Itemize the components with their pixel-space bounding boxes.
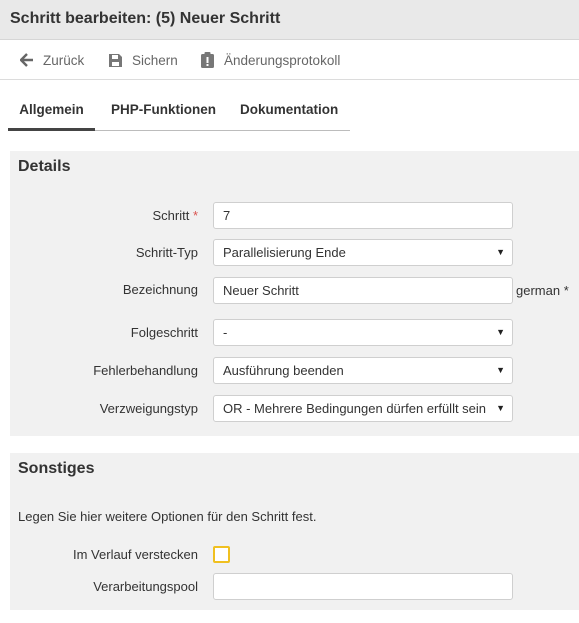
arrow-left-icon bbox=[20, 53, 33, 67]
processing-pool-label: Verarbeitungspool bbox=[93, 579, 198, 594]
tab-general[interactable]: Allgemein bbox=[8, 96, 95, 131]
title-bar: Schritt bearbeiten: (5) Neuer Schritt bbox=[0, 0, 579, 40]
branch-type-value: OR - Mehrere Bedingungen dürfen erfüllt … bbox=[223, 401, 487, 416]
floppy-disk-icon bbox=[109, 53, 122, 67]
language-suffix: german * bbox=[516, 283, 569, 298]
name-label: Bezeichnung bbox=[122, 282, 198, 297]
caret-down-icon: ▼ bbox=[496, 247, 505, 257]
changelog-button-label: Änderungsprotokoll bbox=[224, 52, 341, 68]
required-marker: * bbox=[192, 208, 198, 223]
hide-in-history-label: Im Verlauf verstecken bbox=[73, 547, 198, 562]
caret-down-icon: ▼ bbox=[496, 365, 505, 375]
changelog-button[interactable]: Änderungsprotokoll bbox=[200, 50, 340, 70]
step-label: Schritt * bbox=[152, 208, 198, 223]
step-label-text: Schritt bbox=[152, 208, 190, 223]
back-button-label: Zurück bbox=[43, 52, 85, 68]
step-type-label: Schritt-Typ bbox=[135, 245, 198, 260]
branch-type-select[interactable]: OR - Mehrere Bedingungen dürfen erfüllt … bbox=[213, 395, 513, 422]
hide-in-history-checkbox[interactable] bbox=[213, 546, 230, 563]
clipboard-alert-icon bbox=[201, 52, 214, 68]
details-panel: Details Schritt * 7 Schritt-Typ Parallel… bbox=[10, 151, 579, 436]
save-button-label: Sichern bbox=[132, 52, 178, 68]
back-button[interactable]: Zurück bbox=[20, 50, 84, 70]
caret-down-icon: ▼ bbox=[496, 327, 505, 337]
caret-down-icon: ▼ bbox=[496, 403, 505, 413]
branch-type-label: Verzweigungstyp bbox=[99, 401, 198, 416]
error-handling-select[interactable]: Ausführung beenden ▼ bbox=[213, 357, 513, 384]
name-input[interactable]: Neuer Schritt bbox=[213, 277, 513, 304]
error-handling-value: Ausführung beenden bbox=[223, 363, 344, 378]
misc-panel: Sonstiges Legen Sie hier weitere Optione… bbox=[10, 453, 579, 610]
step-number-input[interactable]: 7 bbox=[213, 202, 513, 229]
next-step-label: Folgeschritt bbox=[130, 325, 198, 340]
misc-title: Sonstiges bbox=[18, 460, 95, 477]
step-type-select[interactable]: Parallelisierung Ende ▼ bbox=[213, 239, 513, 266]
details-title: Details bbox=[18, 158, 71, 175]
tab-documentation[interactable]: Dokumentation bbox=[240, 96, 338, 131]
tab-bar: Allgemein PHP-Funktionen Dokumentation bbox=[8, 96, 350, 131]
page-title: Schritt bearbeiten: (5) Neuer Schritt bbox=[10, 10, 281, 27]
tab-php-functions[interactable]: PHP-Funktionen bbox=[111, 96, 216, 131]
save-button[interactable]: Sichern bbox=[108, 50, 178, 70]
next-step-value: - bbox=[223, 325, 228, 340]
step-type-value: Parallelisierung Ende bbox=[223, 245, 346, 260]
toolbar: Zurück Sichern Änderungsprotokoll bbox=[0, 40, 579, 80]
error-handling-label: Fehlerbehandlung bbox=[93, 363, 198, 378]
misc-intro-text: Legen Sie hier weitere Optionen für den … bbox=[18, 509, 317, 524]
processing-pool-input[interactable] bbox=[213, 573, 513, 600]
next-step-select[interactable]: - ▼ bbox=[213, 319, 513, 346]
